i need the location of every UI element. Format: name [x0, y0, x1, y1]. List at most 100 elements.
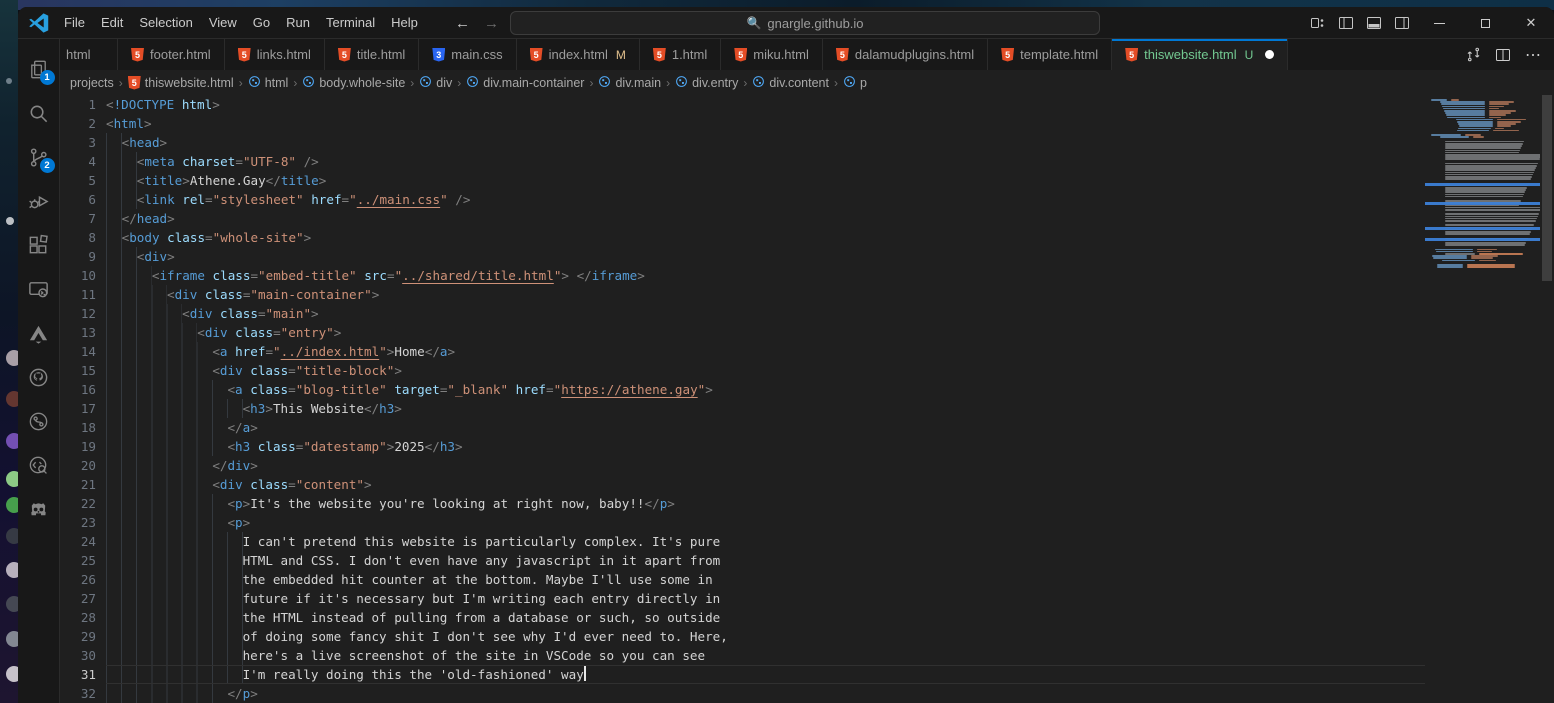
tab-label: title.html [357, 47, 405, 62]
menu-go[interactable]: Go [245, 11, 278, 34]
breadcrumb-item-thiswebsite.html[interactable]: 5thiswebsite.html [128, 76, 234, 90]
remote-explorer-icon[interactable] [18, 267, 60, 311]
toggle-sidebar-icon[interactable] [1332, 7, 1360, 39]
breadcrumb-item-p[interactable]: p [843, 75, 867, 91]
code-line[interactable]: 29of doing some fancy shit I don't see w… [60, 627, 1554, 646]
code-line[interactable]: 9<div> [60, 247, 1554, 266]
godot-icon[interactable] [18, 487, 60, 531]
more-actions-icon[interactable]: ⋯ [1520, 42, 1546, 68]
toggle-panel-icon[interactable] [1360, 7, 1388, 39]
tab-title.html[interactable]: 5title.html [325, 39, 419, 70]
breadcrumb-item-html[interactable]: html [248, 75, 289, 91]
tab-miku.html[interactable]: 5miku.html [721, 39, 823, 70]
code-line[interactable]: 4<meta charset="UTF-8" /> [60, 152, 1554, 171]
breadcrumb-item-body.whole-site[interactable]: body.whole-site [302, 75, 405, 91]
code-line[interactable]: 1<!DOCTYPE html> [60, 95, 1554, 114]
tab-footer.html[interactable]: 5footer.html [118, 39, 225, 70]
code-line[interactable]: 18</a> [60, 418, 1554, 437]
minimap-line [1429, 209, 1538, 211]
triangle-extension-icon[interactable] [18, 311, 60, 355]
tab-thiswebsite.html[interactable]: 5thiswebsite.htmlU [1112, 39, 1288, 70]
breadcrumb-item-div.main-container[interactable]: div.main-container [466, 75, 584, 91]
run-debug-icon[interactable] [18, 179, 60, 223]
code-line[interactable]: 21<div class="content"> [60, 475, 1554, 494]
minimap[interactable] [1425, 95, 1540, 703]
menu-selection[interactable]: Selection [131, 11, 200, 34]
tab-template.html[interactable]: 5template.html [988, 39, 1112, 70]
search-icon: 🔍 [746, 16, 761, 30]
tab-index.html[interactable]: 5index.htmlM [517, 39, 640, 70]
code-line[interactable]: 7</head> [60, 209, 1554, 228]
code-line[interactable]: 5<title>Athene.Gay</title> [60, 171, 1554, 190]
menu-help[interactable]: Help [383, 11, 426, 34]
code-line[interactable]: 23<p> [60, 513, 1554, 532]
indent-guides [106, 456, 212, 475]
code-line[interactable]: 19<h3 class="datestamp">2025</h3> [60, 437, 1554, 456]
menu-terminal[interactable]: Terminal [318, 11, 383, 34]
source-control-icon[interactable]: 2 [18, 135, 60, 179]
activity-bar: 12 [18, 39, 60, 703]
code-line[interactable]: 10<iframe class="embed-title" src="../sh… [60, 266, 1554, 285]
editor-scrollbar[interactable] [1540, 95, 1554, 703]
forward-arrow-icon[interactable]: → [484, 15, 499, 32]
code-line[interactable]: 25HTML and CSS. I don't even have any ja… [60, 551, 1554, 570]
tab-links.html[interactable]: 5links.html [225, 39, 325, 70]
code-search-icon[interactable] [18, 443, 60, 487]
menu-run[interactable]: Run [278, 11, 318, 34]
code-line[interactable]: 31I'm really doing this the 'old-fashion… [60, 665, 1554, 684]
maximize-button[interactable] [1462, 7, 1508, 39]
open-changes-icon[interactable] [1460, 42, 1486, 68]
extensions-icon[interactable] [18, 223, 60, 267]
code-line[interactable]: 27future if it's necessary but I'm writi… [60, 589, 1554, 608]
code-line[interactable]: 20</div> [60, 456, 1554, 475]
code-line[interactable]: 14<a href="../index.html">Home</a> [60, 342, 1554, 361]
code-line[interactable]: 26the embedded hit counter at the bottom… [60, 570, 1554, 589]
code-line[interactable]: 12<div class="main"> [60, 304, 1554, 323]
code-line[interactable]: 32</p> [60, 684, 1554, 703]
breadcrumb-item-projects[interactable]: projects [70, 76, 114, 90]
tab-1.html[interactable]: 51.html [640, 39, 721, 70]
git-graph-icon[interactable] [18, 399, 60, 443]
search-icon[interactable] [18, 91, 60, 135]
minimize-button[interactable] [1416, 7, 1462, 39]
code-line[interactable]: 15<div class="title-block"> [60, 361, 1554, 380]
code-line[interactable]: 2<html> [60, 114, 1554, 133]
tab-html[interactable]: html [60, 39, 118, 70]
breadcrumb-label: div.main [615, 76, 661, 90]
code-line[interactable]: 24I can't pretend this website is partic… [60, 532, 1554, 551]
code-line[interactable]: 8<body class="whole-site"> [60, 228, 1554, 247]
menu-edit[interactable]: Edit [93, 11, 131, 34]
code-line[interactable]: 28the HTML instead of pulling from a dat… [60, 608, 1554, 627]
line-number: 2 [60, 114, 106, 133]
chevron-right-icon: › [832, 76, 840, 90]
command-center[interactable]: 🔍 gnargle.github.io [510, 11, 1100, 35]
customize-layout-icon[interactable] [1304, 7, 1332, 39]
code-line[interactable]: 11<div class="main-container"> [60, 285, 1554, 304]
code-line[interactable]: 16<a class="blog-title" target="_blank" … [60, 380, 1554, 399]
code-line[interactable]: 13<div class="entry"> [60, 323, 1554, 342]
breadcrumb-item-div.content[interactable]: div.content [752, 75, 829, 91]
toggle-secondary-sidebar-icon[interactable] [1388, 7, 1416, 39]
menu-file[interactable]: File [56, 11, 93, 34]
code-editor[interactable]: 1<!DOCTYPE html>2<html>3<head>4<meta cha… [60, 95, 1554, 703]
code-line[interactable]: 17<h3>This Website</h3> [60, 399, 1554, 418]
split-editor-icon[interactable] [1490, 42, 1516, 68]
breadcrumb-label: thiswebsite.html [145, 76, 234, 90]
explorer-icon[interactable]: 1 [18, 47, 60, 91]
code-line[interactable]: 3<head> [60, 133, 1554, 152]
close-button[interactable]: ✕ [1508, 7, 1554, 39]
line-number: 6 [60, 190, 106, 209]
code-line[interactable]: 22<p>It's the website you're looking at … [60, 494, 1554, 513]
github-icon[interactable] [18, 355, 60, 399]
tab-main.css[interactable]: 3main.css [419, 39, 516, 70]
menu-view[interactable]: View [201, 11, 245, 34]
tab-dalamudplugins.html[interactable]: 5dalamudplugins.html [823, 39, 988, 70]
breadcrumb-item-div.entry[interactable]: div.entry [675, 75, 738, 91]
scrollbar-thumb[interactable] [1542, 95, 1552, 281]
breadcrumb-item-div.main[interactable]: div.main [598, 75, 661, 91]
indent-guides [106, 570, 243, 589]
code-line[interactable]: 6<link rel="stylesheet" href="../main.cs… [60, 190, 1554, 209]
back-arrow-icon[interactable]: ← [455, 15, 470, 32]
breadcrumb-item-div[interactable]: div [419, 75, 452, 91]
code-line[interactable]: 30here's a live screenshot of the site i… [60, 646, 1554, 665]
